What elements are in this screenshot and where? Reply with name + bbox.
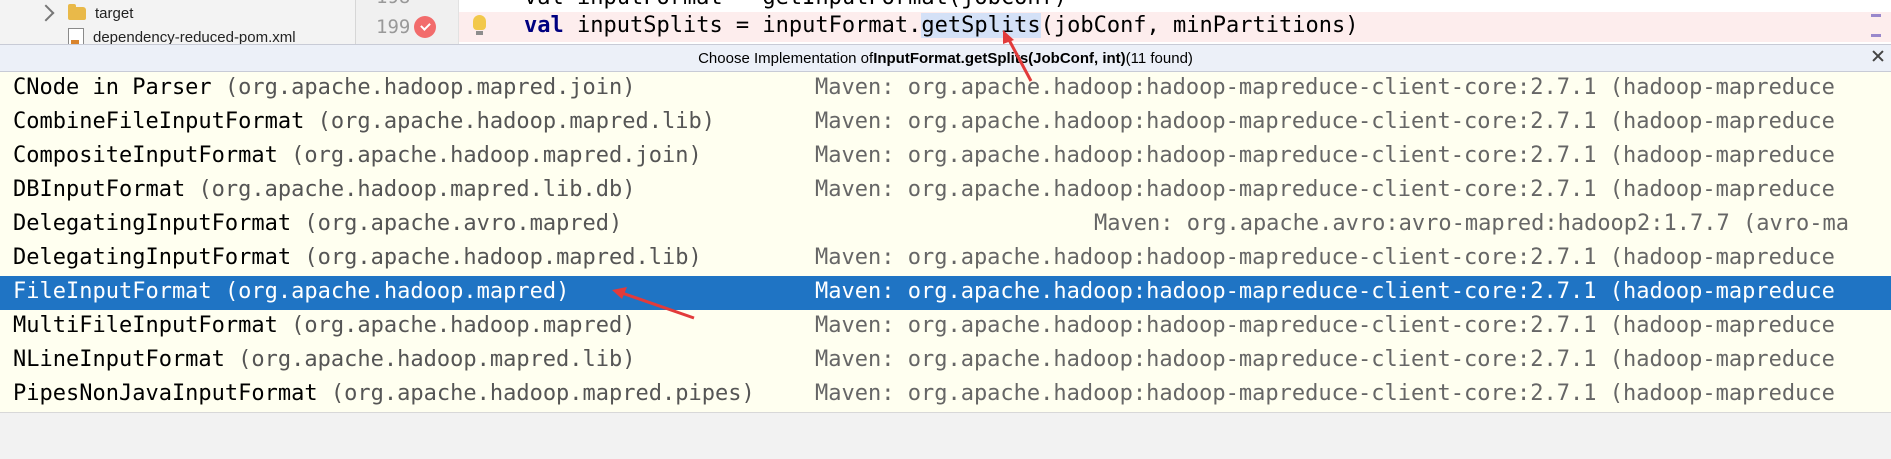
list-item[interactable]: MultiFileInputFormat (org.apache.hadoop.… — [0, 310, 1891, 344]
line-number: 199 — [376, 16, 411, 38]
package-name: (org.apache.avro.mapred) — [304, 211, 623, 236]
list-item[interactable]: CompositeInputFormat (org.apache.hadoop.… — [0, 140, 1891, 174]
list-item[interactable]: NLineInputFormat (org.apache.hadoop.mapr… — [0, 344, 1891, 378]
library-name: Maven: org.apache.hadoop:hadoop-mapreduc… — [815, 177, 1835, 202]
ide-top-area: target dependency-reduced-pom.xml 198 19… — [0, 0, 1891, 44]
chevron-right-icon[interactable] — [37, 4, 55, 22]
tree-item-label: target — [95, 4, 134, 22]
popup-footer — [0, 412, 1891, 459]
class-name-text: CompositeInputFormat — [13, 143, 278, 168]
error-stripe-marker[interactable] — [1871, 14, 1881, 17]
library-name: Maven: org.apache.hadoop:hadoop-mapreduc… — [815, 75, 1835, 100]
error-stripe-marker[interactable] — [1871, 34, 1881, 37]
list-item[interactable]: CombineFileInputFormat (org.apache.hadoo… — [0, 106, 1891, 140]
package-name: (org.apache.hadoop.mapred.lib.db) — [198, 177, 636, 202]
tree-item-target[interactable]: target — [37, 2, 134, 24]
list-item[interactable]: PipesNonJavaInputFormat (org.apache.hado… — [0, 378, 1891, 412]
package-name: (org.apache.hadoop.mapred.lib) — [317, 109, 716, 134]
popup-header-count: (11 found) — [1125, 49, 1193, 67]
class-name-text: DelegatingInputFormat — [13, 211, 292, 236]
popup-header: Choose Implementation of InputFormat.get… — [0, 44, 1891, 72]
class-name: MultiFileInputFormat (org.apache.hadoop.… — [13, 313, 636, 338]
choose-implementation-popup: Choose Implementation of InputFormat.get… — [0, 44, 1891, 459]
code-line-current: val inputSplits = inputFormat.getSplits(… — [459, 12, 1891, 42]
class-name: CNode in Parser (org.apache.hadoop.mapre… — [13, 75, 636, 100]
class-name-text: CNode in Parser — [13, 75, 212, 100]
class-name-text: CombineFileInputFormat — [13, 109, 305, 134]
list-item[interactable]: CNode in Parser (org.apache.hadoop.mapre… — [0, 72, 1891, 106]
project-tree: target dependency-reduced-pom.xml — [0, 0, 356, 44]
package-name: (org.apache.hadoop.mapred) — [224, 279, 570, 304]
class-name: NLineInputFormat (org.apache.hadoop.mapr… — [13, 347, 636, 372]
library-name: Maven: org.apache.avro:avro-mapred:hadoo… — [1094, 211, 1849, 236]
popup-header-prefix: Choose Implementation of — [698, 49, 874, 67]
class-name: DelegatingInputFormat (org.apache.avro.m… — [13, 211, 622, 236]
class-name-text: PipesNonJavaInputFormat — [13, 381, 318, 406]
package-name: (org.apache.hadoop.mapred.lib) — [238, 347, 636, 372]
tree-item-pom[interactable]: dependency-reduced-pom.xml — [68, 26, 296, 44]
code-fragment: (jobConf, minPartitions) — [1040, 13, 1359, 38]
class-name: CompositeInputFormat (org.apache.hadoop.… — [13, 143, 702, 168]
package-name: (org.apache.hadoop.mapred.pipes) — [330, 381, 755, 406]
class-name: DBInputFormat (org.apache.hadoop.mapred.… — [13, 177, 636, 202]
library-name: Maven: org.apache.hadoop:hadoop-mapreduc… — [815, 381, 1835, 406]
package-name: (org.apache.hadoop.mapred.join) — [224, 75, 636, 100]
list-item[interactable]: DelegatingInputFormat (org.apache.hadoop… — [0, 242, 1891, 276]
class-name-text: DBInputFormat — [13, 177, 186, 202]
keyword-val: val — [524, 13, 564, 38]
class-name-text: NLineInputFormat — [13, 347, 225, 372]
xml-file-icon — [68, 27, 84, 44]
folder-icon — [68, 3, 86, 20]
line-number: 198 — [376, 0, 410, 8]
class-name: FileInputFormat (org.apache.hadoop.mapre… — [13, 279, 569, 304]
lightbulb-icon[interactable] — [473, 15, 486, 35]
library-name: Maven: org.apache.hadoop:hadoop-mapreduc… — [815, 245, 1835, 270]
popup-header-method: InputFormat.getSplits(JobConf, int) — [873, 49, 1126, 67]
list-item[interactable]: DBInputFormat (org.apache.hadoop.mapred.… — [0, 174, 1891, 208]
library-name: Maven: org.apache.hadoop:hadoop-mapreduc… — [815, 109, 1835, 134]
list-item[interactable]: FileInputFormat (org.apache.hadoop.mapre… — [0, 276, 1891, 310]
library-name: Maven: org.apache.hadoop:hadoop-mapreduc… — [815, 347, 1835, 372]
tree-item-label: dependency-reduced-pom.xml — [93, 28, 296, 45]
breakpoint-icon[interactable] — [414, 16, 436, 38]
editor-gutter: 198 199 — [356, 0, 459, 44]
close-icon[interactable] — [1871, 49, 1885, 63]
class-name: CombineFileInputFormat (org.apache.hadoo… — [13, 109, 715, 134]
code-text: val inputFormat = getInputFormat(jobConf… — [524, 0, 1067, 10]
package-name: (org.apache.hadoop.mapred.join) — [291, 143, 702, 168]
library-name: Maven: org.apache.hadoop:hadoop-mapreduc… — [815, 313, 1835, 338]
class-name-text: MultiFileInputFormat — [13, 313, 278, 338]
library-name: Maven: org.apache.hadoop:hadoop-mapreduc… — [815, 143, 1835, 168]
list-item[interactable]: DelegatingInputFormat (org.apache.avro.m… — [0, 208, 1891, 242]
package-name: (org.apache.hadoop.mapred.lib) — [304, 245, 702, 270]
class-name-text: DelegatingInputFormat — [13, 245, 292, 270]
class-name: PipesNonJavaInputFormat (org.apache.hado… — [13, 381, 755, 406]
code-text: val inputSplits = inputFormat.getSplits(… — [524, 13, 1358, 38]
implementation-list: CNode in Parser (org.apache.hadoop.mapre… — [0, 72, 1891, 440]
code-editor[interactable]: val inputFormat = getInputFormat(jobConf… — [459, 0, 1891, 44]
method-getsplits[interactable]: getSplits — [921, 13, 1041, 38]
class-name: DelegatingInputFormat (org.apache.hadoop… — [13, 245, 702, 270]
code-fragment: inputSplits = inputFormat. — [563, 13, 922, 38]
package-name: (org.apache.hadoop.mapred) — [291, 313, 636, 338]
class-name-text: FileInputFormat — [13, 279, 212, 304]
library-name: Maven: org.apache.hadoop:hadoop-mapreduc… — [815, 279, 1835, 304]
